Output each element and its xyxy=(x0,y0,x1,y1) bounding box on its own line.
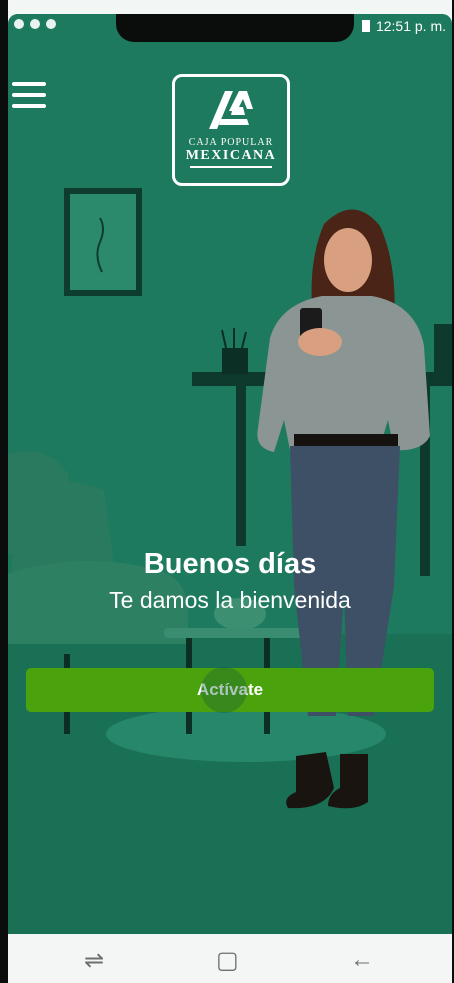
logo-rule xyxy=(190,166,272,168)
status-bar: 12:51 p. m. xyxy=(8,14,452,42)
logo-line-1: CAJA POPULAR xyxy=(188,137,274,148)
notification-icon xyxy=(46,19,56,29)
home-icon[interactable]: ▢ xyxy=(216,946,239,975)
device-frame-edge xyxy=(0,0,8,983)
logo-mark-icon xyxy=(209,91,253,129)
logo-line-2: MEXICANA xyxy=(185,148,277,163)
greeting-title: Buenos días xyxy=(143,548,317,580)
back-icon[interactable]: ← xyxy=(350,946,374,974)
notification-icon xyxy=(14,19,24,29)
caja-popular-mexicana-logo: CAJA POPULAR MEXICANA xyxy=(172,74,290,186)
status-icons-left xyxy=(14,19,56,29)
battery-icon xyxy=(361,20,370,32)
notification-icon xyxy=(30,19,40,29)
hamburger-menu-icon[interactable] xyxy=(10,80,48,110)
greeting-subtitle: Te damos la bienvenida xyxy=(109,587,351,613)
rug xyxy=(106,706,386,762)
status-time: 12:51 p. m. xyxy=(375,18,446,34)
wall-picture xyxy=(64,188,142,296)
app-screen: 12:51 p. m. CAJA POPULAR MEXICANA Buenos… xyxy=(8,14,452,934)
camera-notch xyxy=(116,14,354,42)
phone-device: 12:51 p. m. CAJA POPULAR MEXICANA Buenos… xyxy=(0,0,454,983)
status-icons-right: 12:51 p. m. xyxy=(361,18,446,34)
touch-indicator xyxy=(201,667,247,713)
recent-apps-icon[interactable]: ⇌ xyxy=(84,946,104,975)
welcome-greeting: Buenos días Te damos la bienvenida xyxy=(8,548,452,614)
system-nav-bar: ⇌ ▢ ← xyxy=(0,934,454,983)
